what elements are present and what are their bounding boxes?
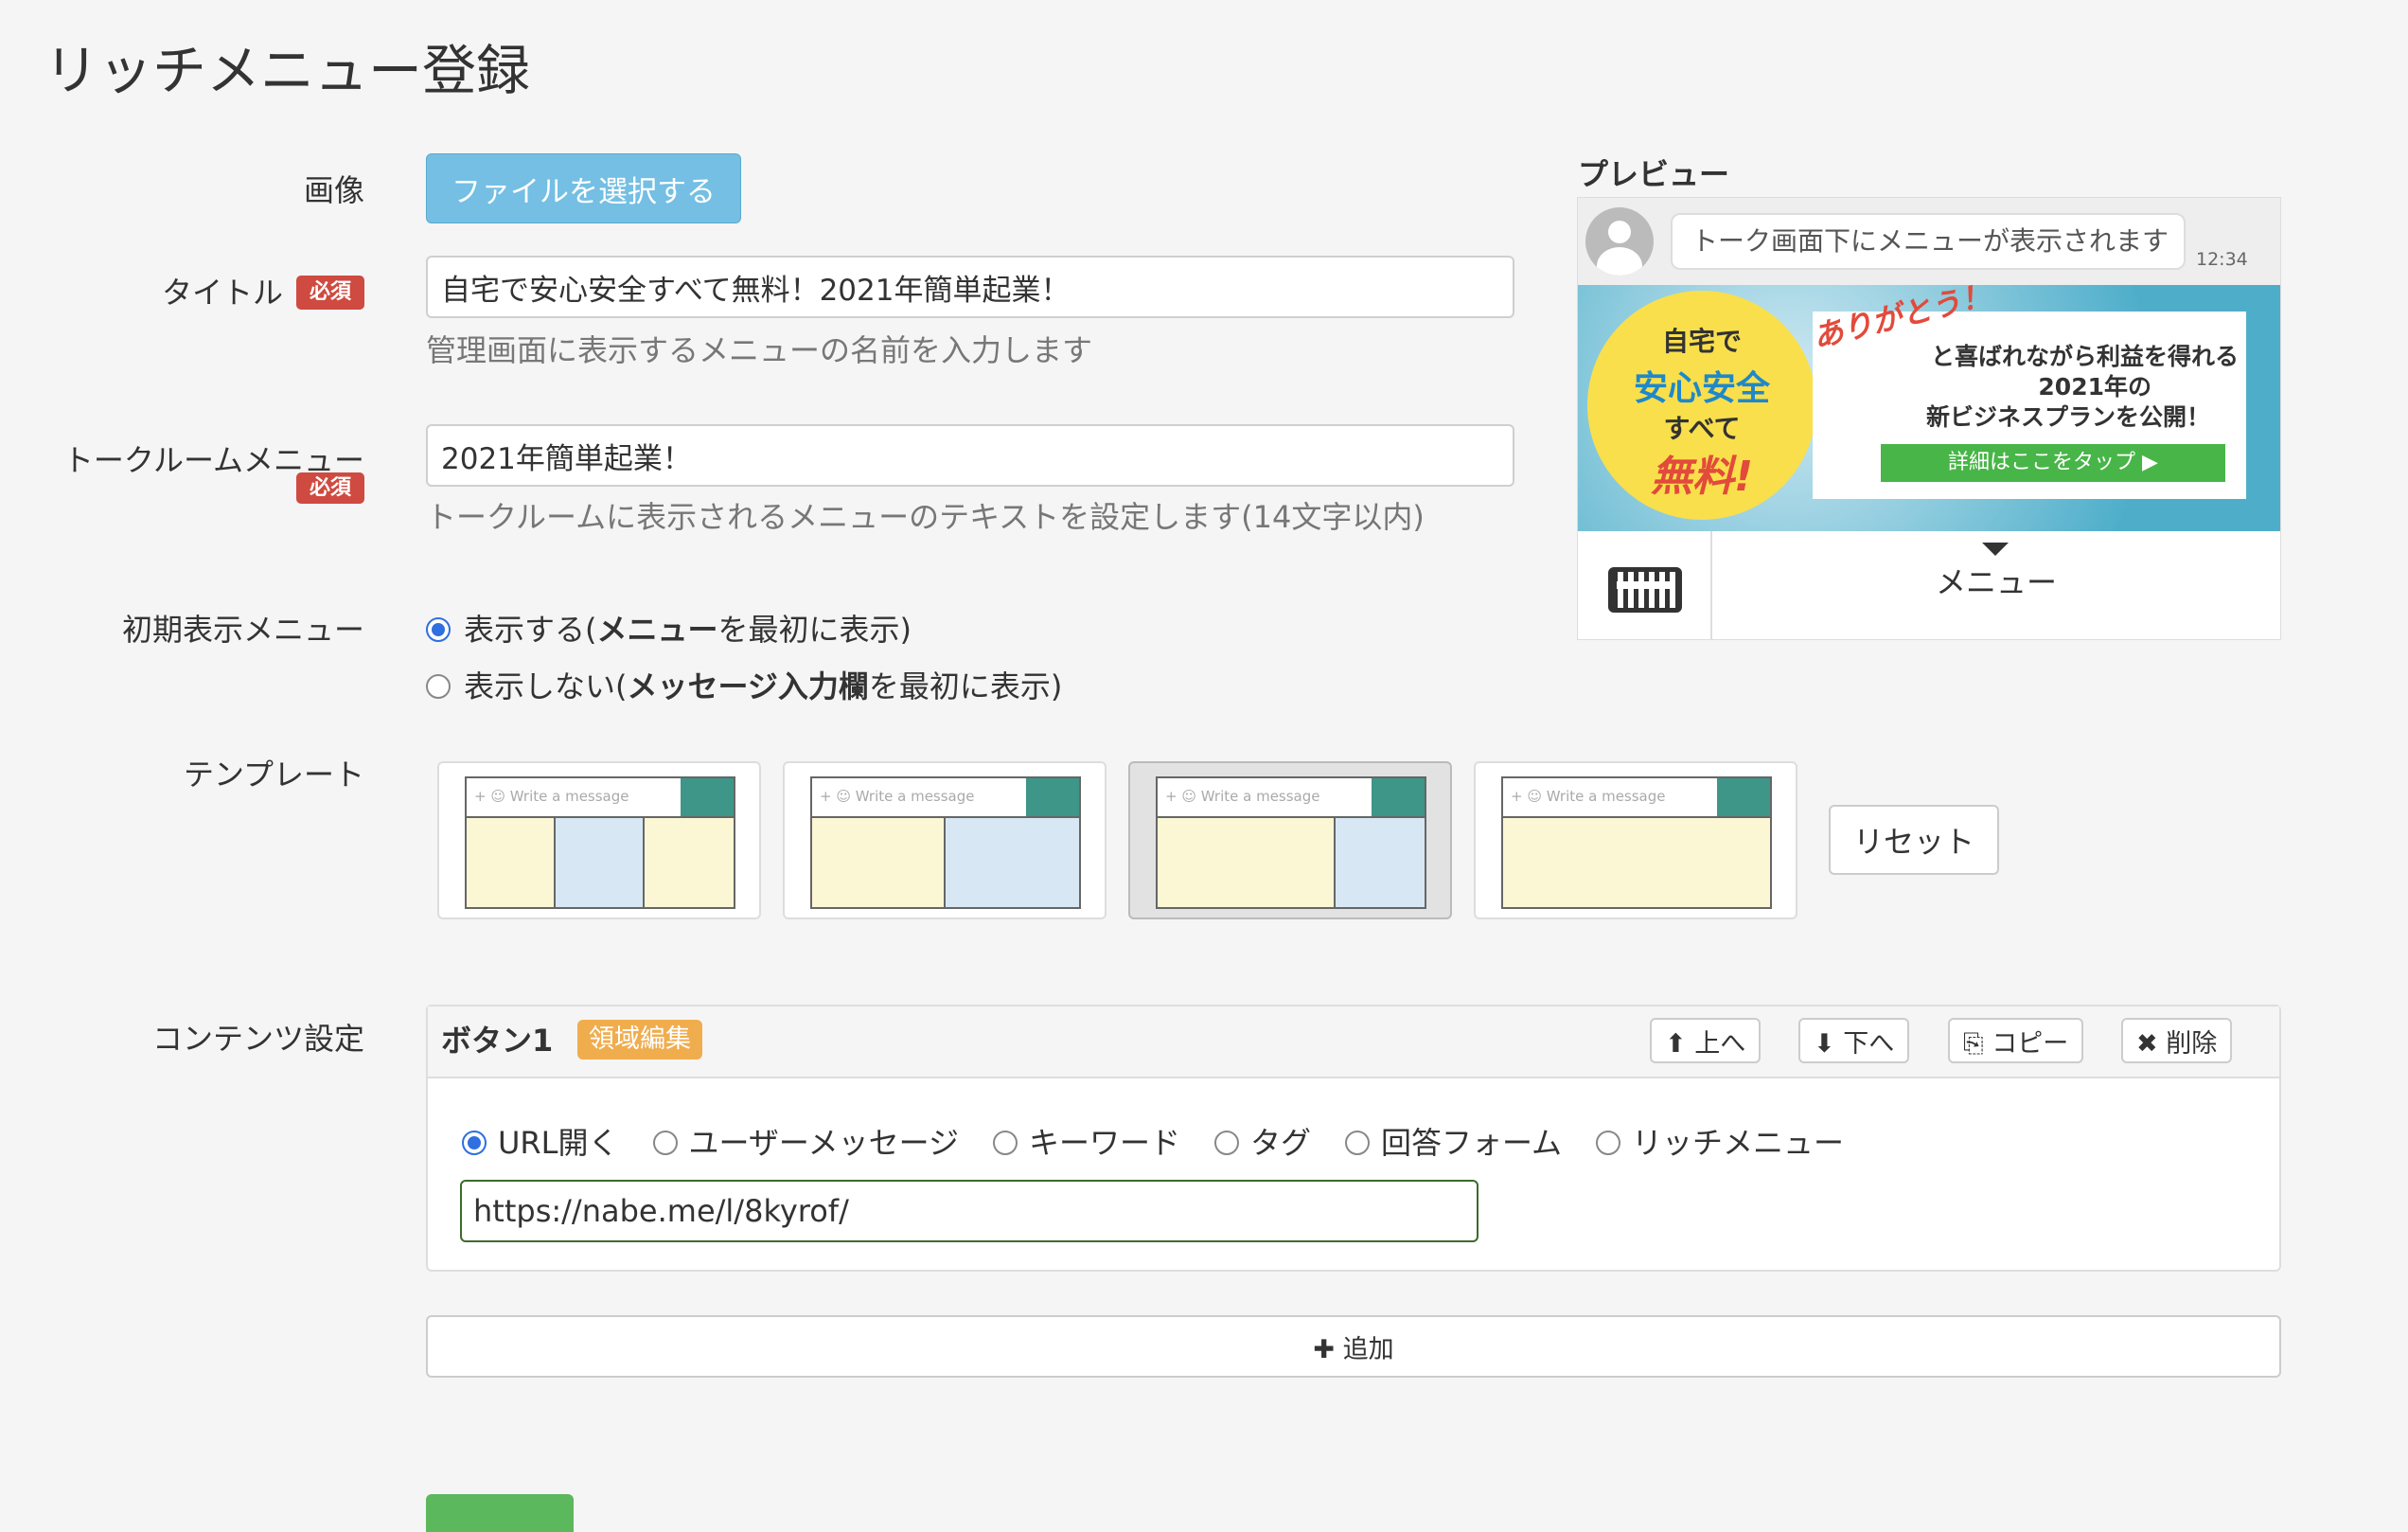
talkroom-help-text: トークルームに表示されるメニューのテキストを設定します(14文字以内) xyxy=(426,499,1425,535)
arrow-down-icon: ⬇ xyxy=(1814,1028,1835,1059)
reset-button[interactable]: リセット xyxy=(1829,805,1999,875)
template-option-4[interactable]: + ☺ Write a message xyxy=(1474,761,1797,919)
image-label: 画像 xyxy=(303,172,364,208)
copy-icon: ⎘ xyxy=(1963,1028,1984,1059)
required-badge: 必須 xyxy=(295,276,364,310)
page-title: リッチメニュー登録 xyxy=(44,40,530,102)
banner-circle: 自宅で 安心安全 すべて 無料! xyxy=(1587,291,1816,520)
radio-show[interactable] xyxy=(426,617,451,642)
template-message-bar: + ☺ Write a message xyxy=(467,778,734,818)
preview-menu-bar: メニュー xyxy=(1578,531,2280,639)
submit-button[interactable] xyxy=(426,1494,574,1532)
move-down-button[interactable]: ⬇ 下へ xyxy=(1798,1018,1910,1063)
file-select-button[interactable]: ファイルを選択する xyxy=(426,153,741,223)
triangle-down-icon xyxy=(1982,543,2009,556)
button-name: ボタン1 xyxy=(441,1023,554,1059)
template-message-bar: + ☺ Write a message xyxy=(1158,778,1425,818)
title-input[interactable] xyxy=(426,256,1514,318)
delete-button[interactable]: ✖ 削除 xyxy=(2121,1018,2233,1063)
radio-answer-form[interactable] xyxy=(1344,1131,1370,1155)
title-label-group: タイトル 必須 xyxy=(162,274,364,312)
required-badge: 必須 xyxy=(295,472,364,504)
keyboard-toggle xyxy=(1578,531,1712,639)
move-up-button[interactable]: ⬆ 上へ xyxy=(1650,1018,1762,1063)
action-tag[interactable]: タグ xyxy=(1213,1124,1311,1162)
action-answer-form[interactable]: 回答フォーム xyxy=(1344,1124,1562,1162)
radio-hide[interactable] xyxy=(426,674,451,699)
title-label: タイトル xyxy=(161,275,283,311)
template-label: テンプレート xyxy=(183,757,364,793)
avatar-icon xyxy=(1585,207,1654,276)
add-button[interactable]: ✚ 追加 xyxy=(426,1315,2281,1378)
preview-label: プレビュー xyxy=(1578,156,1730,192)
talkroom-menu-input[interactable] xyxy=(426,424,1514,487)
message-time: 12:34 xyxy=(2196,249,2248,270)
keyboard-icon xyxy=(1608,567,1682,613)
preview-panel: トーク画面下にメニューが表示されます 12:34 自宅で 安心安全 すべて 無料… xyxy=(1577,197,2281,640)
preview-menu-label: メニュー xyxy=(1935,564,2057,600)
initial-menu-label: 初期表示メニュー xyxy=(121,612,364,648)
chat-bubble: トーク画面下にメニューが表示されます xyxy=(1671,213,2186,270)
radio-url[interactable] xyxy=(462,1131,487,1155)
radio-tag[interactable] xyxy=(1213,1131,1239,1155)
contents-label: コンテンツ設定 xyxy=(151,1021,364,1057)
radio-keyword[interactable] xyxy=(992,1131,1018,1155)
radio-user-message[interactable] xyxy=(652,1131,678,1155)
close-icon: ✖ xyxy=(2136,1028,2158,1059)
action-rich-menu[interactable]: リッチメニュー xyxy=(1596,1124,1844,1162)
content-panel-header: ボタン1 領域編集 ⬆ 上へ ⬇ 下へ ⎘ コピー ✖ 削除 xyxy=(428,1006,2279,1078)
arrow-up-icon: ⬆ xyxy=(1665,1028,1687,1059)
action-url[interactable]: URL開く xyxy=(462,1124,619,1162)
plus-icon: ✚ xyxy=(1313,1334,1336,1364)
title-help-text: 管理画面に表示するメニューの名前を入力します xyxy=(426,332,1093,368)
template-option-2[interactable]: + ☺ Write a message xyxy=(783,761,1107,919)
initial-option-hide[interactable]: 表示しない(メッセージ入力欄を最初に表示) xyxy=(426,668,1062,705)
action-keyword[interactable]: キーワード xyxy=(992,1124,1180,1162)
template-message-bar: + ☺ Write a message xyxy=(812,778,1079,818)
action-options: URL開く ユーザーメッセージ キーワード タグ 回答フォーム リッチメニュー xyxy=(462,1124,1878,1162)
detail-button: 詳細はここをタップ ▶ xyxy=(1881,444,2225,482)
template-option-3-selected[interactable]: + ☺ Write a message xyxy=(1128,761,1452,919)
content-panel: ボタン1 領域編集 ⬆ 上へ ⬇ 下へ ⎘ コピー ✖ 削除 URL開く ユーザ… xyxy=(426,1005,2281,1272)
action-user-message[interactable]: ユーザーメッセージ xyxy=(652,1124,959,1162)
template-option-1[interactable]: + ☺ Write a message xyxy=(437,761,761,919)
banner-card: ありがとう！ と喜ばれながら利益を得れる 2021年の 新ビジネスプランを公開！… xyxy=(1809,285,2246,499)
initial-option-show[interactable]: 表示する(メニューを最初に表示) xyxy=(426,611,912,649)
url-input[interactable] xyxy=(460,1180,1478,1242)
template-message-bar: + ☺ Write a message xyxy=(1503,778,1770,818)
talkroom-required-wrap: 必須 xyxy=(295,472,364,504)
copy-button[interactable]: ⎘ コピー xyxy=(1948,1018,2084,1063)
option-hide-text: 表示しない(メッセージ入力欄を最初に表示) xyxy=(464,668,1063,704)
chat-area: トーク画面下にメニューが表示されます 12:34 xyxy=(1578,198,2280,285)
edit-area-badge[interactable]: 領域編集 xyxy=(577,1020,702,1060)
radio-rich-menu[interactable] xyxy=(1596,1131,1621,1155)
rich-menu-image: 自宅で 安心安全 すべて 無料! ありがとう！ と喜ばれながら利益を得れる 20… xyxy=(1578,285,2280,531)
option-show-text: 表示する(メニューを最初に表示) xyxy=(464,612,912,648)
